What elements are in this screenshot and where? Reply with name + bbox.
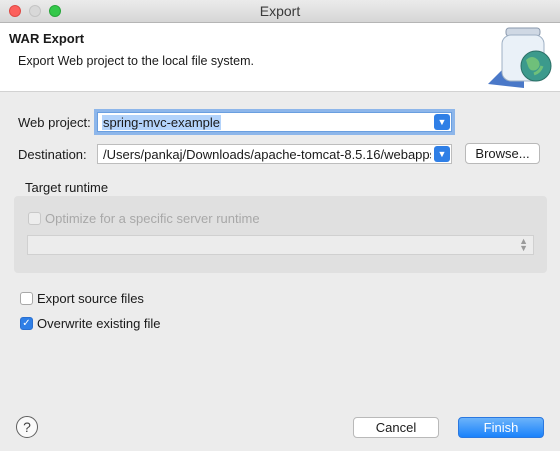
export-source-label: Export source files — [37, 291, 144, 306]
window-title: Export — [259, 3, 301, 19]
finish-button[interactable]: Finish — [458, 417, 544, 438]
destination-combo[interactable]: /Users/pankaj/Downloads/apache-tomcat-8.… — [97, 144, 452, 164]
target-runtime-title: Target runtime — [25, 180, 109, 195]
help-icon[interactable]: ? — [16, 416, 38, 438]
wizard-title: WAR Export — [9, 31, 85, 46]
wizard-header: WAR Export Export Web project to the loc… — [0, 23, 560, 92]
overwrite-label: Overwrite existing file — [37, 316, 161, 331]
destination-value: /Users/pankaj/Downloads/apache-tomcat-8.… — [103, 147, 431, 162]
optimize-runtime-label: Optimize for a specific server runtime — [45, 211, 260, 226]
web-project-label: Web project: — [18, 115, 91, 130]
chevron-down-icon[interactable]: ▼ — [434, 146, 450, 162]
web-project-value: spring-mvc-example — [102, 115, 222, 130]
chevron-down-icon[interactable]: ▼ — [434, 114, 450, 130]
web-project-combo[interactable]: spring-mvc-example ▼ — [97, 112, 452, 132]
overwrite-checkbox[interactable]: ✓ — [20, 317, 33, 330]
export-source-checkbox[interactable] — [20, 292, 33, 305]
up-down-chevron-icon: ▲ ▼ — [519, 236, 528, 253]
export-jar-globe-icon — [488, 27, 552, 88]
title-bar: Export — [0, 0, 560, 23]
target-runtime-group: Optimize for a specific server runtime ▲… — [14, 196, 547, 273]
browse-button[interactable]: Browse... — [465, 143, 540, 164]
wizard-description: Export Web project to the local file sys… — [18, 54, 254, 68]
cancel-button[interactable]: Cancel — [353, 417, 439, 438]
server-runtime-select[interactable]: ▲ ▼ — [27, 235, 534, 255]
optimize-runtime-checkbox[interactable] — [28, 212, 41, 225]
destination-label: Destination: — [18, 147, 87, 162]
